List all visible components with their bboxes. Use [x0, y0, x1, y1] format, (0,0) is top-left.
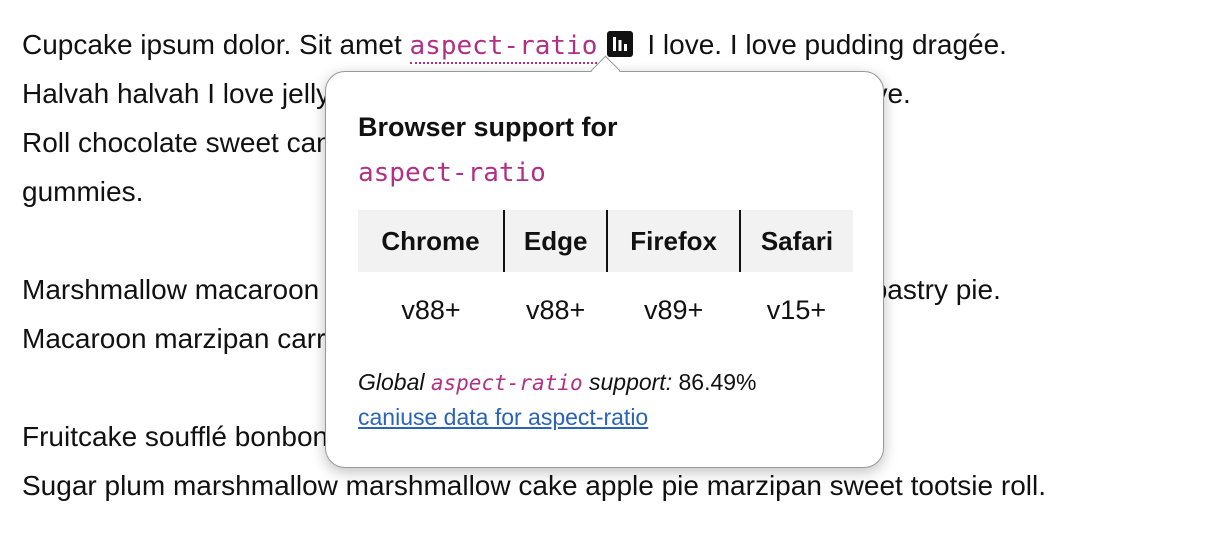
text-fragment: I love. I love pudding dragée. [647, 29, 1007, 60]
global-feature: aspect-ratio [430, 371, 583, 395]
version-firefox: v89+ [643, 294, 704, 325]
table-header-row: Chrome Edge Firefox Safari [358, 210, 853, 272]
version-chrome: v88+ [401, 294, 461, 325]
version-safari: v15+ [766, 294, 827, 325]
header-edge: Edge [502, 210, 608, 272]
browser-support-popover: Browser support for aspect-ratio Chrome … [325, 55, 884, 468]
browser-support-table: Chrome Edge Firefox Safari v88+ v88+ v89… [358, 210, 853, 348]
caniuse-link[interactable]: caniuse data for aspect-ratio [358, 402, 648, 432]
table-row: v88+ v88+ v89+ v15+ [358, 272, 853, 348]
popover-title: Browser support for [358, 112, 618, 142]
text-line: Cupcake ipsum dolor. Sit amet aspect-rat… [22, 20, 1224, 69]
header-safari: Safari [738, 210, 853, 272]
bar-chart-icon[interactable] [607, 31, 634, 57]
header-firefox: Firefox [606, 210, 740, 272]
global-percent: 86.49% [678, 369, 757, 395]
version-edge: v88+ [525, 294, 586, 325]
global-suffix: support: [588, 369, 673, 395]
header-chrome: Chrome [358, 210, 504, 272]
global-prefix: Global [358, 369, 425, 395]
global-support-line: Global aspect-ratio support: 86.49% [358, 366, 757, 399]
feature-term-link[interactable]: aspect-ratio [409, 31, 598, 64]
popover-feature-name: aspect-ratio [358, 158, 546, 188]
text-fragment: Cupcake ipsum dolor. Sit amet [22, 29, 410, 60]
